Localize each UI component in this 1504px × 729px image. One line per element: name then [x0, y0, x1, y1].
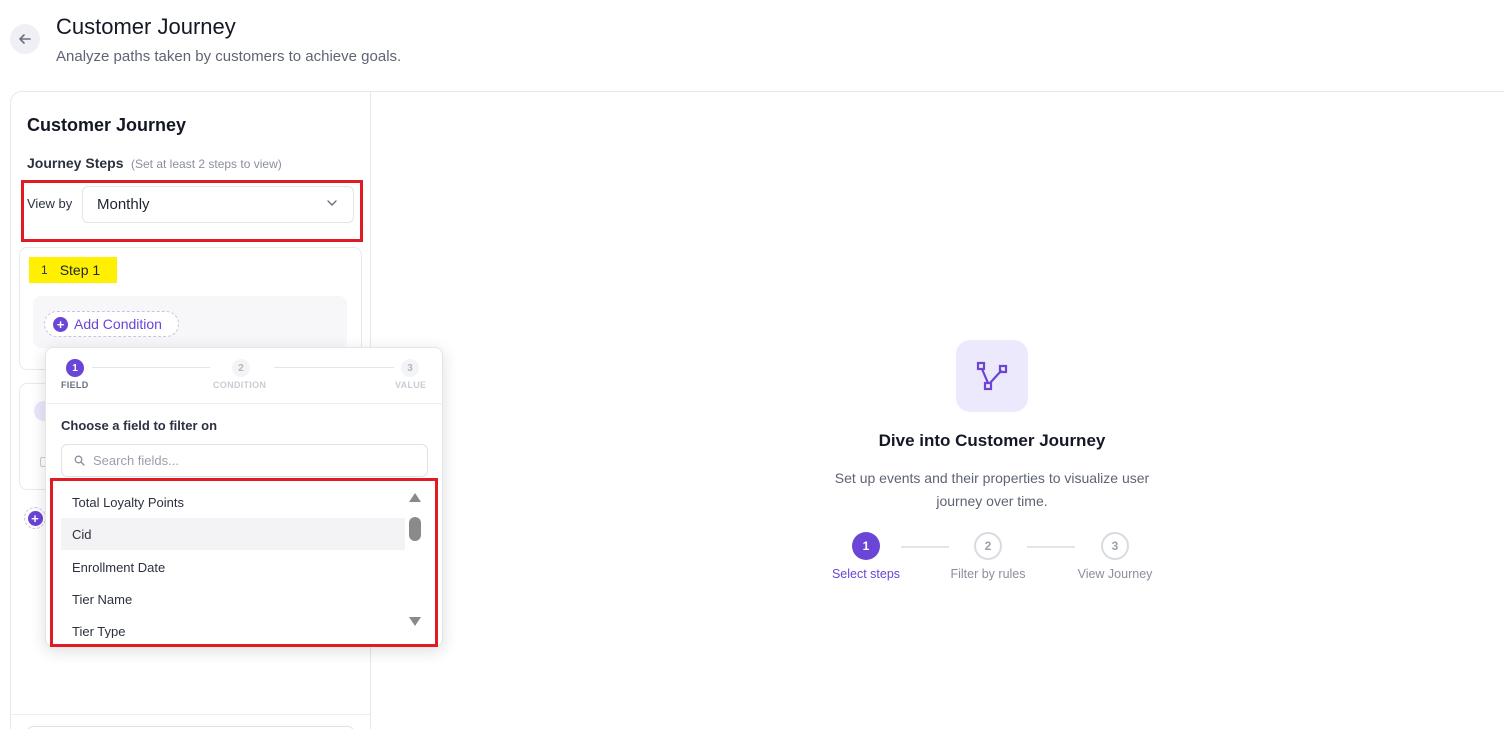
journey-path-icon	[976, 361, 1008, 391]
journey-steps-label: Journey Steps	[27, 155, 124, 171]
add-step-button[interactable]: +	[24, 507, 46, 529]
progress-step-view-label: View Journey	[1077, 567, 1153, 581]
wizard-step-value-dot: 3	[401, 359, 419, 377]
progress-connector	[901, 546, 949, 548]
progress-connector	[1027, 546, 1075, 548]
page-subtitle: Analyze paths taken by customers to achi…	[56, 48, 402, 65]
empty-state-title: Dive into Customer Journey	[878, 431, 1106, 450]
step-number: 1	[41, 263, 48, 277]
field-search-input[interactable]	[93, 445, 413, 476]
progress-step-select-dot: 1	[852, 532, 880, 560]
progress-step-view-dot: 3	[1101, 532, 1129, 560]
progress-step-filter-dot: 2	[974, 532, 1002, 560]
plus-circle-icon: +	[53, 316, 68, 332]
add-condition-label: Add Condition	[74, 316, 162, 332]
field-picker-heading: Choose a field to filter on	[61, 418, 218, 433]
wizard-step-field-dot: 1	[66, 359, 84, 377]
panel-footer-divider	[11, 714, 370, 715]
field-search-box	[61, 444, 428, 477]
wizard-step-field-label: FIELD	[61, 380, 89, 390]
wizard-connector	[92, 367, 210, 368]
wizard-step-condition-dot: 2	[232, 359, 250, 377]
panel-title: Customer Journey	[27, 115, 187, 135]
wizard-step-value-label: VALUE	[395, 380, 427, 390]
progress-step-select-label: Select steps	[831, 567, 901, 581]
arrow-left-icon	[19, 34, 31, 44]
wizard-step-condition-label: CONDITION	[213, 380, 267, 390]
step-name: Step 1	[59, 262, 101, 278]
page-title: Customer Journey	[56, 14, 236, 39]
view-by-highlight-box	[21, 180, 363, 242]
empty-state-description-line: Set up events and their properties to vi…	[834, 470, 1150, 486]
empty-state-description: Set up events and their properties to vi…	[812, 467, 1172, 513]
back-button[interactable]	[10, 24, 40, 54]
progress-step-filter-label: Filter by rules	[950, 567, 1026, 581]
wizard-connector	[274, 367, 394, 368]
plus-circle-icon: +	[27, 510, 43, 526]
search-icon	[74, 455, 85, 466]
empty-state-description-line: journey over time.	[936, 493, 1048, 509]
step-tag: 1 Step 1	[29, 257, 117, 283]
journey-icon-tile	[956, 340, 1028, 412]
add-condition-button[interactable]: + Add Condition	[44, 311, 179, 337]
journey-steps-hint: (Set at least 2 steps to view)	[131, 157, 282, 171]
field-list-highlight-box	[50, 478, 438, 647]
field-picker-wizard: 1 2 3 FIELD CONDITION VALUE	[46, 348, 442, 404]
